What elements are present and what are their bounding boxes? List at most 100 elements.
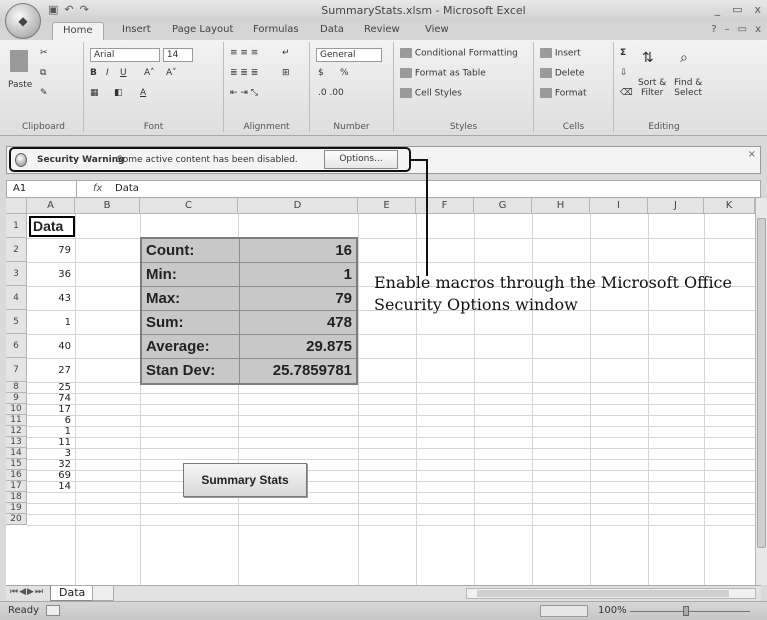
row-header[interactable]: 13 bbox=[6, 437, 27, 448]
ribbon-minimize-icon[interactable]: – bbox=[725, 24, 730, 35]
align-top-icon[interactable]: ≡ ≡ ≡ bbox=[230, 48, 258, 58]
data-cell[interactable]: 40 bbox=[28, 334, 75, 358]
stats-label[interactable]: Sum: bbox=[142, 311, 240, 334]
delete-button[interactable]: Delete bbox=[540, 68, 584, 79]
insert-button[interactable]: Insert bbox=[540, 48, 581, 59]
row-header[interactable]: 7 bbox=[6, 358, 27, 382]
stats-label[interactable]: Stan Dev: bbox=[142, 359, 240, 383]
autosum-icon[interactable]: Σ bbox=[620, 48, 626, 58]
row-header[interactable]: 17 bbox=[6, 481, 27, 492]
stats-label[interactable]: Average: bbox=[142, 335, 240, 358]
row-header[interactable]: 1 bbox=[6, 214, 27, 238]
binoculars-icon[interactable]: ⌕ bbox=[680, 50, 688, 66]
format-button[interactable]: Format bbox=[540, 88, 587, 99]
fill-icon[interactable]: ⇩ bbox=[620, 68, 628, 78]
stats-value[interactable]: 1 bbox=[240, 263, 356, 286]
row-header[interactable]: 4 bbox=[6, 286, 27, 310]
name-box[interactable]: A1 bbox=[7, 181, 77, 197]
data-cell[interactable]: 36 bbox=[28, 262, 75, 286]
view-buttons[interactable] bbox=[540, 605, 588, 617]
font-color-icon[interactable]: A bbox=[140, 88, 146, 98]
column-header-k[interactable]: K bbox=[704, 198, 755, 214]
sheet-nav-icons[interactable]: ⏮◀▶⏭ bbox=[10, 587, 44, 597]
stats-value[interactable]: 29.875 bbox=[240, 335, 356, 358]
font-grow-icon[interactable]: A˄ bbox=[144, 68, 155, 78]
horizontal-scrollbar[interactable] bbox=[466, 588, 756, 599]
stats-label[interactable]: Max: bbox=[142, 287, 240, 310]
horizontal-scroll-thumb[interactable] bbox=[477, 590, 729, 597]
row-header[interactable]: 8 bbox=[6, 382, 27, 393]
vertical-scrollbar[interactable] bbox=[755, 198, 767, 585]
zoom-slider[interactable] bbox=[630, 611, 750, 612]
data-cell[interactable]: 27 bbox=[28, 358, 75, 382]
align-left-icon[interactable]: ≣ ≣ ≣ bbox=[230, 68, 258, 78]
fill-color-icon[interactable]: ◧ bbox=[114, 88, 123, 98]
paste-button[interactable]: Paste bbox=[8, 80, 32, 90]
formula-input[interactable]: Data bbox=[115, 183, 139, 194]
conditional-formatting-button[interactable]: Conditional Formatting bbox=[400, 48, 518, 59]
stats-value[interactable]: 478 bbox=[240, 311, 356, 334]
underline-button[interactable]: U bbox=[120, 68, 127, 78]
row-header[interactable]: 16 bbox=[6, 470, 27, 481]
select-all-corner[interactable] bbox=[6, 198, 27, 214]
row-header[interactable]: 3 bbox=[6, 262, 27, 286]
tab-page-layout[interactable]: Page Layout bbox=[172, 24, 233, 35]
tab-formulas[interactable]: Formulas bbox=[253, 24, 299, 35]
stats-value[interactable]: 16 bbox=[240, 239, 356, 262]
maximize-button[interactable]: ▭ bbox=[732, 3, 742, 16]
zoom-slider-knob[interactable] bbox=[683, 606, 689, 616]
vertical-scroll-thumb[interactable] bbox=[757, 218, 766, 548]
office-button[interactable]: ◆ bbox=[5, 3, 41, 39]
row-header[interactable]: 20 bbox=[6, 514, 27, 525]
row-header[interactable]: 9 bbox=[6, 393, 27, 404]
sort-filter-button[interactable]: Sort & Filter bbox=[638, 78, 666, 98]
help-icon[interactable]: ? bbox=[711, 24, 716, 35]
zoom-level[interactable]: 100% bbox=[598, 605, 627, 616]
column-header-a[interactable]: A bbox=[27, 198, 75, 214]
data-cell[interactable]: 25 bbox=[28, 382, 75, 393]
data-cell[interactable]: 6 bbox=[28, 415, 75, 426]
paste-icon[interactable] bbox=[10, 50, 28, 72]
function-icon[interactable]: fx bbox=[93, 183, 102, 194]
data-cell[interactable]: 74 bbox=[28, 393, 75, 404]
currency-button[interactable]: $ bbox=[318, 68, 324, 78]
cut-icon[interactable]: ✂ bbox=[40, 48, 48, 58]
copy-icon[interactable]: ⧉ bbox=[40, 68, 46, 78]
indent-icon[interactable]: ⇤ ⇥ ⤡ bbox=[230, 88, 258, 98]
row-header[interactable]: 11 bbox=[6, 415, 27, 426]
cell-styles-button[interactable]: Cell Styles bbox=[400, 88, 462, 99]
stats-value[interactable]: 79 bbox=[240, 287, 356, 310]
border-icon[interactable]: ▦ bbox=[90, 88, 99, 98]
stats-value[interactable]: 25.7859781 bbox=[240, 359, 356, 383]
minimize-button[interactable]: _ bbox=[715, 3, 721, 16]
row-header[interactable]: 14 bbox=[6, 448, 27, 459]
column-header-c[interactable]: C bbox=[140, 198, 238, 214]
font-size-select[interactable]: 14 bbox=[162, 48, 193, 62]
column-header-i[interactable]: I bbox=[590, 198, 648, 214]
tab-review[interactable]: Review bbox=[364, 24, 400, 35]
data-cell[interactable]: 1 bbox=[28, 310, 75, 334]
merge-icon[interactable]: ⊞ bbox=[282, 68, 290, 78]
new-sheet-icon[interactable] bbox=[92, 586, 114, 601]
column-header-b[interactable]: B bbox=[75, 198, 140, 214]
data-cell[interactable]: 17 bbox=[28, 404, 75, 415]
data-cell[interactable]: 11 bbox=[28, 437, 75, 448]
data-cell[interactable]: 32 bbox=[28, 459, 75, 470]
decimal-icon[interactable]: .0 .00 bbox=[318, 88, 344, 98]
ribbon-restore-icon[interactable]: ▭ bbox=[738, 24, 747, 35]
bold-button[interactable]: B bbox=[90, 68, 97, 78]
data-cell[interactable]: 69 bbox=[28, 470, 75, 481]
close-icon[interactable]: × bbox=[748, 149, 756, 160]
format-painter-icon[interactable]: ✎ bbox=[40, 88, 48, 98]
wrap-text-icon[interactable]: ↵ bbox=[282, 48, 290, 58]
column-header-j[interactable]: J bbox=[648, 198, 704, 214]
row-header[interactable]: 10 bbox=[6, 404, 27, 415]
data-cell[interactable]: 43 bbox=[28, 286, 75, 310]
row-header[interactable]: 18 bbox=[6, 492, 27, 503]
row-header[interactable]: 6 bbox=[6, 334, 27, 358]
sort-filter-icon[interactable]: ⇅ bbox=[642, 50, 654, 66]
clear-icon[interactable]: ⌫ bbox=[620, 88, 633, 98]
column-header-d[interactable]: D bbox=[238, 198, 358, 214]
percent-button[interactable]: % bbox=[340, 68, 349, 78]
sheet-tab-data[interactable]: Data bbox=[50, 586, 95, 601]
